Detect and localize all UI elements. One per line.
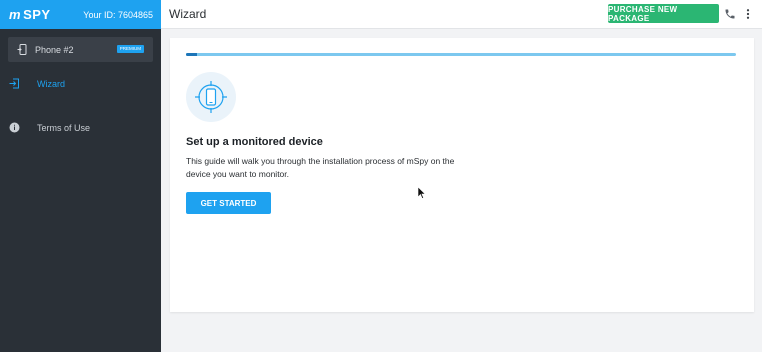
mspy-logo[interactable]: m SPY xyxy=(9,7,51,22)
sidebar-item-label: Terms of Use xyxy=(37,122,91,133)
sidebar-item-wizard[interactable]: Wizard xyxy=(9,78,65,89)
phone-icon[interactable] xyxy=(724,8,736,20)
page-title: Wizard xyxy=(169,7,207,21)
sidebar-device-selector[interactable]: Phone #2 PREMIUM xyxy=(8,37,153,62)
brand-bar: m SPY Your ID: 7604865 xyxy=(0,0,161,29)
premium-badge: PREMIUM xyxy=(116,45,144,53)
top-header: Wizard PURCHASE NEW PACKAGE xyxy=(161,0,762,29)
device-label: Phone #2 xyxy=(35,44,74,55)
wizard-progress-fill xyxy=(186,53,197,56)
device-switch-icon xyxy=(17,44,27,55)
get-started-button[interactable]: GET STARTED xyxy=(186,192,271,214)
wizard-progress-bar xyxy=(186,53,736,56)
more-vertical-icon[interactable] xyxy=(745,8,751,20)
login-arrow-icon xyxy=(9,78,19,89)
info-icon xyxy=(9,122,20,133)
setup-description: This guide will walk you through the ins… xyxy=(186,156,455,179)
wizard-card: Set up a monitored device This guide wil… xyxy=(170,38,754,312)
user-id: Your ID: 7604865 xyxy=(83,9,153,20)
logo-prefix: m xyxy=(9,7,22,22)
logo-text: SPY xyxy=(23,7,51,22)
purchase-new-package-button[interactable]: PURCHASE NEW PACKAGE xyxy=(608,4,719,23)
sidebar-item-label: Wizard xyxy=(37,78,66,89)
mouse-cursor-icon xyxy=(418,187,426,199)
setup-heading: Set up a monitored device xyxy=(186,136,323,148)
monitored-device-illustration xyxy=(186,72,236,122)
sidebar: Phone #2 PREMIUM Wizard Terms of Use xyxy=(0,29,161,352)
sidebar-item-terms-of-use[interactable]: Terms of Use xyxy=(9,122,90,133)
